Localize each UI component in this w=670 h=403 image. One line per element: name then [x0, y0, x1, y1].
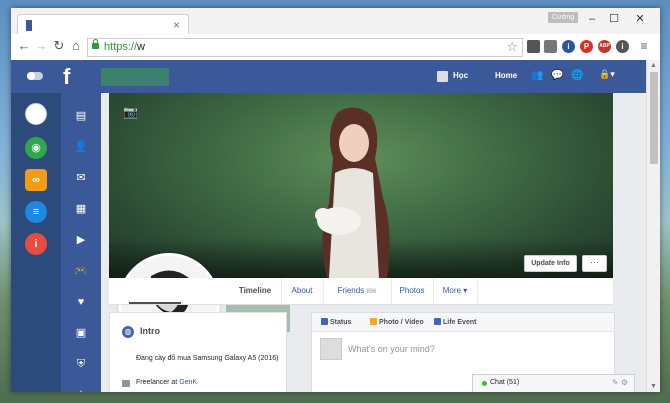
active-tab-indicator: [129, 302, 181, 304]
url-text: https://w: [104, 41, 145, 53]
browser-toolbar: ← → ↻ ⌂ https://w ☆ i P ABP i ≡: [11, 34, 660, 61]
work-link[interactable]: GenK: [179, 379, 197, 386]
app-rail: ◉ ∞ ≡ i: [11, 93, 61, 392]
extension-icon-1[interactable]: [527, 40, 540, 53]
calendar-icon[interactable]: ▣: [74, 326, 88, 340]
lock-icon: [92, 39, 99, 49]
pencil-icon: [321, 318, 328, 325]
composer-tabs: Status Photo / Video Life Event: [312, 313, 614, 332]
tab-timeline[interactable]: Timeline: [229, 278, 282, 304]
video-icon[interactable]: ▶: [74, 233, 88, 247]
flag-icon: [434, 318, 441, 325]
facebook-bluebar: f Học Home 👥 💬 🌐 🔒▾: [11, 60, 646, 93]
composer-tab-photo[interactable]: Photo / Video: [370, 318, 424, 326]
scrollbar-thumb[interactable]: [650, 72, 658, 164]
composer-tab-status[interactable]: Status: [321, 318, 351, 326]
tab-about[interactable]: About: [281, 278, 324, 304]
intro-work: Freelancer at GenK: [136, 379, 198, 386]
rss-icon[interactable]: ◉: [25, 137, 47, 159]
maximize-button[interactable]: ☐: [603, 11, 625, 27]
address-bar[interactable]: https://w ☆: [87, 38, 523, 57]
extension-icon-2[interactable]: [544, 40, 557, 53]
tab-photos[interactable]: Photos: [391, 278, 434, 304]
facebook-favicon-icon: [26, 20, 32, 31]
heart-icon[interactable]: ♥: [74, 295, 88, 309]
intro-title: Intro: [140, 326, 160, 336]
chat-settings-icon[interactable]: ✎ ⚙: [612, 378, 628, 387]
document-icon[interactable]: ▤: [74, 109, 88, 123]
briefcase-icon: [122, 380, 130, 387]
nav-home-link[interactable]: Home: [495, 71, 517, 80]
reload-icon[interactable]: ↻: [52, 39, 66, 53]
tab-more[interactable]: More ▾: [433, 278, 478, 304]
bookmark-star-icon[interactable]: ☆: [506, 39, 518, 55]
composer-tab-life-event[interactable]: Life Event: [434, 318, 476, 326]
close-window-button[interactable]: ✕: [629, 11, 651, 27]
cover-camera-icon[interactable]: 📷: [123, 105, 138, 119]
cover-photo[interactable]: 📷: [109, 93, 613, 278]
chat-bar[interactable]: Chat (51) ✎ ⚙: [472, 374, 635, 392]
chat-label: Chat (51): [490, 379, 520, 386]
scroll-up-icon[interactable]: ▲: [650, 62, 657, 69]
friends-icon[interactable]: 👤: [74, 140, 88, 154]
tab-close-icon[interactable]: ×: [173, 18, 180, 32]
toggle-icon[interactable]: [27, 72, 43, 80]
profile-chip[interactable]: Cường: [548, 12, 579, 23]
extension-icon-4[interactable]: P: [580, 40, 593, 53]
nav-profile-name[interactable]: Học: [453, 71, 468, 80]
friend-requests-icon[interactable]: 👥: [531, 70, 543, 81]
intro-status: Đang cày đổ mua Samsung Galaxy A5 (2016): [136, 355, 279, 362]
photo-icon: [370, 318, 377, 325]
nav-avatar[interactable]: [437, 71, 448, 82]
composer-avatar: [320, 338, 342, 360]
extension-icon-3[interactable]: i: [562, 40, 575, 53]
mail-icon[interactable]: ✉: [74, 171, 88, 185]
minimize-button[interactable]: –: [581, 11, 603, 27]
nav-rail: ▤ 👤 ✉ ▦ ▶ 🎮 ♥ ▣ ⛨ ★: [61, 93, 101, 392]
scroll-down-icon[interactable]: ▼: [650, 383, 657, 390]
rail-avatar[interactable]: [25, 103, 47, 125]
cover-person-illustration: [315, 107, 390, 278]
tab-friends[interactable]: Friends 896: [323, 278, 392, 304]
more-options-button[interactable]: ···: [582, 255, 607, 272]
account-settings-icon[interactable]: 🔒▾: [599, 69, 615, 80]
menu-icon[interactable]: ≡: [637, 39, 651, 53]
games-icon[interactable]: 🎮: [74, 264, 88, 278]
search-input[interactable]: [101, 68, 169, 86]
composer-input[interactable]: What's on your mind?: [348, 344, 435, 354]
back-icon[interactable]: ←: [17, 39, 31, 53]
online-dot: [482, 381, 487, 386]
binoculars-icon[interactable]: ∞: [25, 169, 47, 191]
extension-icon-6[interactable]: i: [616, 40, 629, 53]
forward-icon[interactable]: →: [34, 39, 48, 53]
news-icon[interactable]: ≡: [25, 201, 47, 223]
profile-tabs: Timeline About Friends 896 Photos More ▾: [109, 278, 613, 305]
home-icon[interactable]: ⌂: [69, 39, 83, 53]
update-info-button[interactable]: Update Info: [524, 255, 577, 272]
title-bar: × Cường – ☐ ✕: [11, 8, 660, 37]
adblock-icon[interactable]: ABP: [598, 40, 611, 53]
star-icon[interactable]: ★: [74, 388, 88, 392]
globe-icon: ◍: [122, 326, 134, 338]
messages-icon[interactable]: 💬: [551, 70, 563, 81]
facebook-logo[interactable]: f: [63, 64, 70, 90]
page-scrollbar[interactable]: ▲ ▼: [646, 60, 660, 392]
shield-icon[interactable]: ⛨: [74, 357, 88, 371]
pages-icon[interactable]: ▦: [74, 202, 88, 216]
info-icon[interactable]: i: [25, 233, 47, 255]
intro-card: ◍ Intro Đang cày đổ mua Samsung Galaxy A…: [109, 312, 287, 392]
notifications-icon[interactable]: 🌐: [571, 70, 583, 81]
facebook-page: f Học Home 👥 💬 🌐 🔒▾ ◉ ∞ ≡ i ▤ 👤 ✉ ▦ ▶ 🎮 …: [11, 60, 646, 392]
browser-window: × Cường – ☐ ✕ ← → ↻ ⌂ https://w ☆ i P AB…: [11, 8, 660, 392]
